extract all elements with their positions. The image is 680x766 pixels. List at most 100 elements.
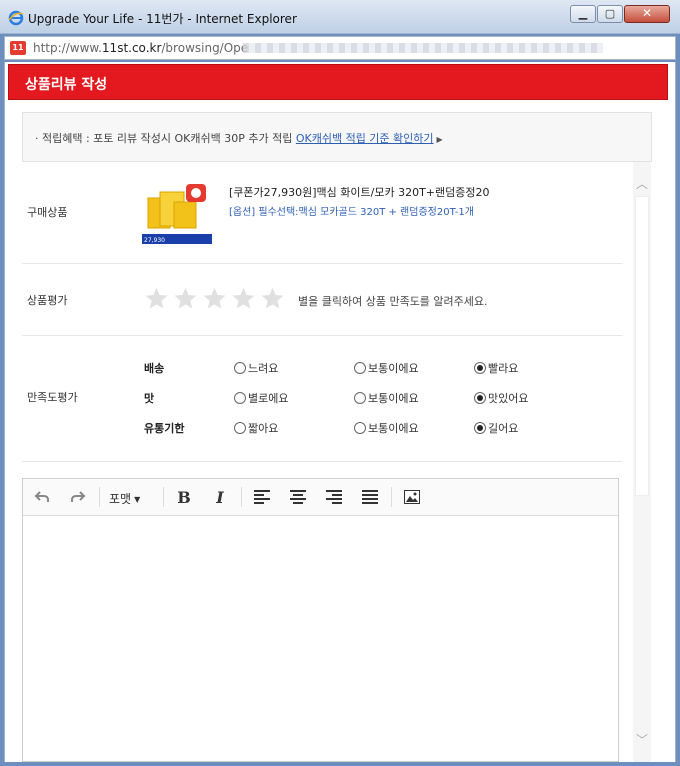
satisfaction-option-label: 맛있어요	[488, 392, 529, 405]
satisfaction-option[interactable]: 길어요	[474, 420, 518, 436]
window-title: Upgrade Your Life - 11번가 - Internet Expl…	[28, 12, 297, 26]
window-titlebar: Upgrade Your Life - 11번가 - Internet Expl…	[0, 0, 680, 34]
toolbar-divider	[241, 487, 242, 507]
maximize-icon: ▢	[604, 7, 616, 20]
review-editor: 포맷 ▼ B I	[22, 478, 619, 762]
satisfaction-item: 유통기한 짧아요 보통이에요 길어요	[22, 418, 622, 438]
align-center-button[interactable]	[281, 479, 315, 515]
undo-icon	[34, 491, 49, 502]
align-left-icon	[254, 490, 270, 504]
satisfaction-option-label: 느려요	[248, 362, 279, 375]
site-favicon-icon: 11	[10, 41, 26, 55]
satisfaction-option[interactable]: 보통이에요	[354, 420, 419, 436]
redo-icon	[71, 491, 86, 502]
scrollbar[interactable]: ︿ ﹀	[633, 162, 651, 762]
star-icon[interactable]	[260, 286, 285, 311]
url-blurred-section	[243, 43, 603, 53]
redo-button[interactable]	[61, 479, 95, 515]
undo-button[interactable]	[25, 479, 59, 515]
scrollbar-thumb[interactable]	[635, 196, 649, 496]
review-header: 상품리뷰 작성	[8, 64, 668, 100]
minimize-button[interactable]: ▁	[570, 5, 596, 23]
radio-checked-icon[interactable]	[474, 422, 486, 434]
notice-text: · 적립혜택 : 포토 리뷰 작성시 OK캐쉬백 30P 추가 적립	[35, 132, 293, 145]
align-right-button[interactable]	[317, 479, 351, 515]
address-bar[interactable]: 11 http://www.11st.co.kr/browsing/Ope	[4, 36, 676, 60]
rating-hint: 별을 클릭하여 상품 만족도를 알려주세요.	[298, 295, 488, 308]
align-right-icon	[326, 490, 342, 504]
image-icon	[404, 490, 420, 504]
satisfaction-row: 만족도평가 배송 느려요 보통이에요 빨라요 맛 별로에요 보통이에요 맛있어요 유통기한 짧아요…	[22, 336, 622, 462]
satisfaction-option-label: 보통이에요	[368, 422, 419, 435]
scroll-down-icon[interactable]: ﹀	[636, 734, 648, 746]
bold-icon: B	[177, 487, 191, 507]
radio-unchecked-icon[interactable]	[354, 362, 366, 374]
editor-text-area[interactable]	[23, 516, 618, 761]
align-center-icon	[290, 490, 306, 504]
product-row: 구매상품 27,930 [쿠폰가27,930원]맥심 화이트/모카 320T+랜…	[22, 162, 622, 264]
star-icon[interactable]	[231, 286, 256, 311]
radio-unchecked-icon[interactable]	[354, 392, 366, 404]
caret-down-icon: ▼	[134, 495, 141, 504]
toolbar-divider	[99, 487, 100, 507]
notice-box: · 적립혜택 : 포토 리뷰 작성시 OK캐쉬백 30P 추가 적립 OK캐쉬백…	[22, 112, 652, 162]
internet-explorer-icon	[8, 10, 24, 26]
satisfaction-category: 유통기한	[144, 422, 185, 435]
rating-row: 상품평가 별을 클릭하여 상품 만족도를 알려주세요.	[22, 264, 622, 336]
satisfaction-option[interactable]: 짧아요	[234, 420, 278, 436]
radio-unchecked-icon[interactable]	[234, 362, 246, 374]
toolbar-divider	[391, 487, 392, 507]
bold-button[interactable]: B	[167, 479, 201, 515]
cashback-info-link[interactable]: OK캐쉬백 적립 기준 확인하기	[296, 132, 434, 145]
product-name: [쿠폰가27,930원]맥심 화이트/모카 320T+랜덤증정20	[229, 186, 490, 199]
align-left-button[interactable]	[245, 479, 279, 515]
minimize-icon: ▁	[578, 7, 588, 20]
product-option: [옵션] 필수선택:맥심 모카골드 320T + 랜덤증정20T-1개	[229, 207, 474, 218]
rating-label: 상품평가	[27, 294, 68, 307]
radio-unchecked-icon[interactable]	[354, 422, 366, 434]
satisfaction-option[interactable]: 보통이에요	[354, 390, 419, 406]
satisfaction-option-label: 빨라요	[488, 362, 519, 375]
satisfaction-option[interactable]: 빨라요	[474, 360, 518, 376]
italic-button[interactable]: I	[203, 479, 237, 515]
satisfaction-option[interactable]: 보통이에요	[354, 360, 419, 376]
maximize-button[interactable]: ▢	[597, 5, 623, 23]
product-label: 구매상품	[27, 206, 68, 219]
satisfaction-option-label: 길어요	[488, 422, 519, 435]
close-window-button[interactable]: ✕	[624, 5, 670, 23]
satisfaction-option[interactable]: 느려요	[234, 360, 278, 376]
svg-text:27,930: 27,930	[144, 237, 165, 244]
satisfaction-option[interactable]: 별로에요	[234, 390, 288, 406]
product-thumbnail: 27,930	[142, 178, 212, 248]
radio-unchecked-icon[interactable]	[234, 422, 246, 434]
satisfaction-option-label: 별로에요	[248, 392, 289, 405]
page-title: 상품리뷰 작성	[25, 77, 108, 93]
satisfaction-category: 맛	[144, 392, 155, 405]
radio-checked-icon[interactable]	[474, 362, 486, 374]
toolbar-divider	[163, 487, 164, 507]
star-icon[interactable]	[173, 286, 198, 311]
satisfaction-option-label: 보통이에요	[368, 392, 419, 405]
satisfaction-category: 배송	[144, 362, 165, 375]
satisfaction-option[interactable]: 맛있어요	[474, 390, 528, 406]
satisfaction-item: 배송 느려요 보통이에요 빨라요	[22, 358, 622, 378]
satisfaction-option-label: 보통이에요	[368, 362, 419, 375]
close-icon: ✕	[641, 6, 653, 20]
radio-checked-icon[interactable]	[474, 392, 486, 404]
star-icon[interactable]	[202, 286, 227, 311]
popup-content: 상품리뷰 작성 · 적립혜택 : 포토 리뷰 작성시 OK캐쉬백 30P 추가 …	[4, 62, 676, 762]
align-justify-button[interactable]	[353, 479, 387, 515]
align-justify-icon	[362, 490, 378, 504]
window-bottom-border	[0, 762, 680, 766]
insert-image-button[interactable]	[395, 479, 429, 515]
star-icon[interactable]	[144, 286, 169, 311]
satisfaction-item: 맛 별로에요 보통이에요 맛있어요	[22, 388, 622, 408]
url-text: http://www.11st.co.kr/browsing/Ope	[33, 41, 249, 55]
italic-icon: I	[216, 487, 224, 507]
radio-unchecked-icon[interactable]	[234, 392, 246, 404]
arrow-right-icon: ▶	[436, 135, 443, 144]
satisfaction-option-label: 짧아요	[248, 422, 279, 435]
scroll-up-icon[interactable]: ︿	[636, 178, 648, 190]
editor-toolbar: 포맷 ▼ B I	[23, 479, 618, 516]
format-dropdown[interactable]: 포맷 ▼	[109, 490, 140, 507]
